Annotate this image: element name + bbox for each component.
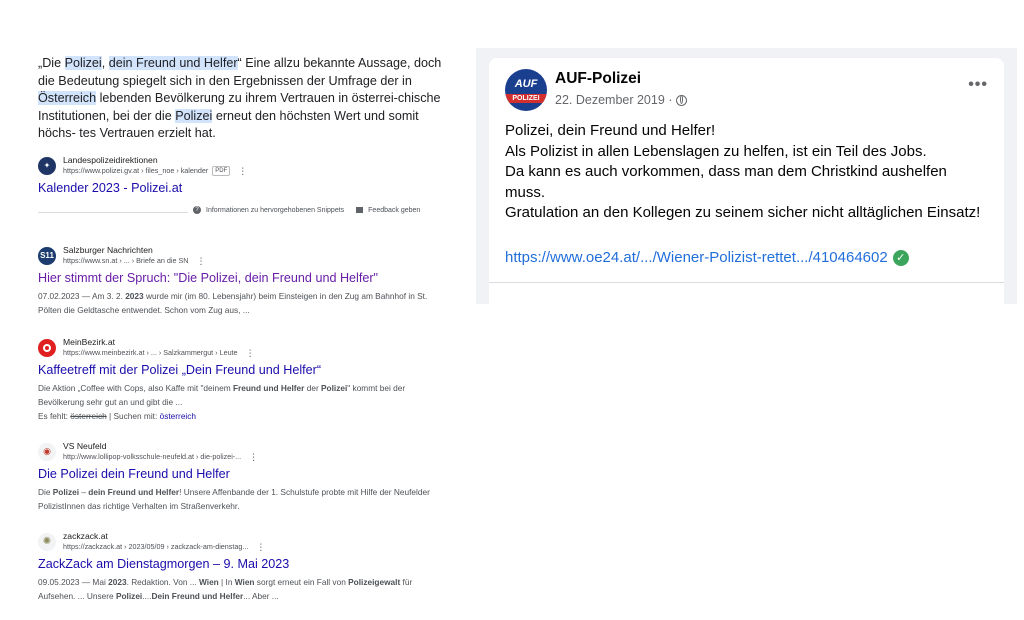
more-options-icon[interactable]: ⋮ (238, 166, 247, 176)
featured-source-title-link[interactable]: Kalender 2023 - Polizei.at (38, 180, 443, 197)
search-result: ✺ zackzack.at https://zackzack.at › 2023/0… (38, 531, 443, 603)
avatar-logo-subtext: POLIZEI (505, 94, 547, 103)
missing-terms: Es fehlt: österreich | Suchen mit: öster… (38, 409, 443, 423)
card-divider (489, 282, 1004, 283)
site-favicon-icon: S11 (38, 246, 56, 265)
post-text-line: Gratulation an den Kollegen zu seinem si… (505, 204, 981, 221)
result-url-text: http://www.lollipop-volksschule-neufeld.… (63, 452, 242, 461)
post-date: 22. Dezember 2019 · (555, 93, 688, 107)
search-result: S11 Salzburger Nachrichten https://www.sn.… (38, 245, 443, 317)
source-site-name: Landespolizeidirektionen (63, 155, 158, 165)
result-url: http://www.lollipop-volksschule-neufeld.… (63, 452, 258, 462)
result-source-header[interactable]: ✺ zackzack.at https://zackzack.at › 2023/0… (38, 531, 443, 552)
result-description: 07.02.2023 — Am 3. 2. 2023 wurde mir (im… (38, 291, 428, 315)
search-result: MeinBezirk.at https://www.meinbezirk.at ›… (38, 337, 443, 423)
help-icon: ? (193, 206, 201, 214)
result-source-header[interactable]: S11 Salzburger Nachrichten https://www.sn.… (38, 245, 443, 266)
missing-label: Es fehlt: (38, 411, 71, 421)
divider (38, 212, 188, 213)
result-title-link[interactable]: Kaffeetreff mit der Polizei „Dein Freund… (38, 362, 443, 379)
feedback-link[interactable]: Feedback geben (368, 207, 420, 214)
source-header[interactable]: ✦ Landespolizeidirektionen https://www.p… (38, 155, 443, 176)
result-url: https://zackzack.at › 2023/05/09 › zackz… (63, 542, 265, 552)
highlighted-term: Österreich (38, 91, 97, 106)
highlighted-term: dein Freund und Helfer (108, 56, 238, 70)
feedback-icon (356, 207, 364, 213)
search-result: ◉ VS Neufeld http://www.lollipop-volksschu… (38, 441, 443, 513)
site-favicon-icon: ✺ (38, 532, 56, 551)
result-description: 09.05.2023 — Mai 2023. Redaktion. Von ..… (38, 577, 413, 601)
post-link[interactable]: https://www.oe24.at/.../Wiener-Polizist-… (505, 249, 909, 266)
globe-icon (676, 94, 688, 106)
page-name-link[interactable]: AUF-Polizei (555, 70, 641, 88)
result-site-name: MeinBezirk.at (63, 337, 116, 347)
more-options-icon[interactable]: ⋮ (196, 256, 205, 266)
result-url-text: https://www.sn.at › ... › Briefe an die … (63, 256, 189, 265)
missing-word: österreich (70, 411, 107, 421)
result-title-link[interactable]: Die Polizei dein Freund und Helfer (38, 466, 443, 483)
result-site-name: zackzack.at (63, 531, 108, 541)
page-avatar[interactable]: AUF POLIZEI (505, 69, 547, 111)
more-options-icon[interactable]: ⋮ (249, 452, 258, 462)
result-url-text: https://www.meinbezirk.at › ... › Salzka… (63, 348, 238, 357)
more-options-icon[interactable]: ⋮ (246, 348, 255, 358)
verified-check-icon: ✓ (892, 249, 909, 266)
result-url: https://www.sn.at › ... › Briefe an die … (63, 256, 205, 266)
avatar-logo-text: AUF (514, 78, 538, 90)
polizei-favicon-icon: ✦ (38, 156, 56, 175)
post-text-line: Polizei, dein Freund und Helfer! (505, 122, 716, 139)
featured-snippet-text: „Die Polizei, dein Freund und Helfer“ Ei… (38, 55, 443, 143)
result-title-link[interactable]: Hier stimmt der Spruch: "Die Polizei, de… (38, 270, 443, 287)
facebook-post-panel: AUF POLIZEI AUF-Polizei 22. Dezember 201… (476, 48, 1017, 304)
more-options-icon[interactable]: ⋮ (256, 542, 265, 552)
snippet-info-link[interactable]: Informationen zu hervorgehobenen Snippet… (206, 207, 344, 214)
more-options-icon[interactable]: ••• (968, 76, 988, 94)
result-description: Die Aktion „Coffee with Cops, also Kaffe… (38, 383, 406, 407)
result-source-header[interactable]: MeinBezirk.at https://www.meinbezirk.at ›… (38, 337, 443, 358)
result-url-text: https://zackzack.at › 2023/05/09 › zackz… (63, 542, 249, 551)
post-date-text[interactable]: 22. Dezember 2019 · (555, 93, 672, 107)
search-with-link[interactable]: österreich (160, 411, 196, 421)
result-title-link[interactable]: ZackZack am Dienstagmorgen – 9. Mai 2023 (38, 556, 443, 573)
result-source-header[interactable]: ◉ VS Neufeld http://www.lollipop-volksschu… (38, 441, 443, 462)
search-with-label: | Suchen mit: (106, 411, 160, 421)
post-text-line: Als Polizist in allen Lebenslagen zu hel… (505, 142, 927, 160)
post-text: Polizei, dein Freund und Helfer! Als Poli… (505, 121, 985, 224)
snippet-text: , (101, 56, 109, 70)
result-description: Die Polizei – dein Freund und Helfer! Un… (38, 487, 430, 511)
snippet-feedback-bar: ? Informationen zu hervorgehobenen Snipp… (193, 206, 420, 214)
highlighted-term: Polizei (175, 108, 213, 123)
result-site-name: Salzburger Nachrichten (63, 245, 153, 255)
site-favicon-icon (38, 338, 56, 357)
site-favicon-icon: ◉ (38, 442, 56, 461)
post-text-line: Da kann es auch vorkommen, dass man dem … (505, 163, 947, 201)
pdf-badge: PDF (212, 166, 231, 176)
highlighted-term: Polizei (64, 56, 102, 70)
source-url-text: https://www.polizei.gv.at › files_noe › … (63, 166, 209, 175)
featured-snippet-source: ✦ Landespolizeidirektionen https://www.p… (38, 155, 443, 197)
source-url: https://www.polizei.gv.at › files_noe › … (63, 166, 247, 176)
facebook-post-card: AUF POLIZEI AUF-Polizei 22. Dezember 201… (489, 58, 1004, 304)
result-url: https://www.meinbezirk.at › ... › Salzka… (63, 348, 255, 358)
snippet-text: „Die (38, 56, 65, 70)
post-link-text[interactable]: https://www.oe24.at/.../Wiener-Polizist-… (505, 249, 888, 266)
result-site-name: VS Neufeld (63, 441, 107, 451)
